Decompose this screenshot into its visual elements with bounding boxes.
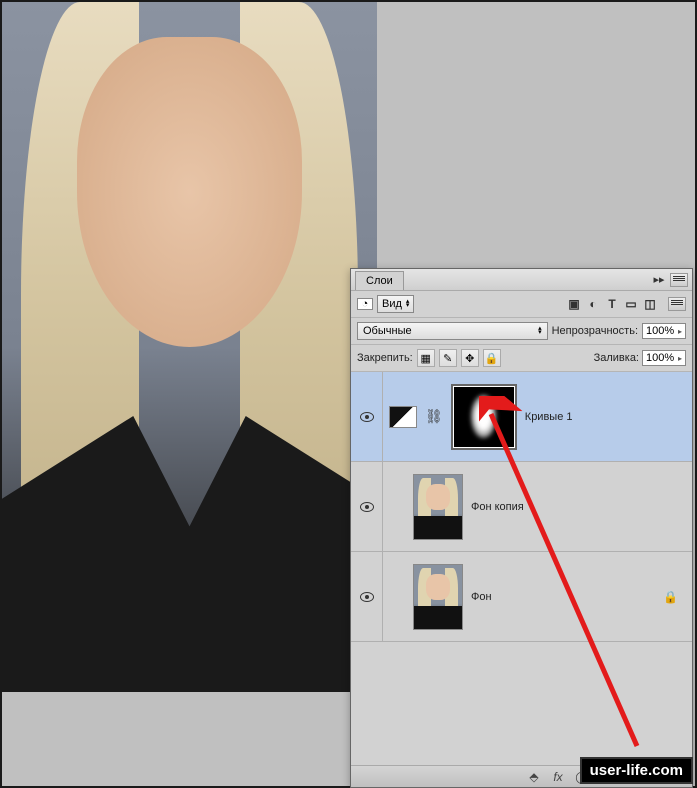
fill-label: Заливка: [594, 352, 639, 364]
visibility-toggle[interactable] [360, 412, 374, 422]
filter-shape-icon[interactable]: ▭ [623, 296, 639, 312]
layer-thumbnail[interactable] [413, 474, 463, 540]
visibility-toggle[interactable] [360, 502, 374, 512]
layers-panel: Слои ▸▸ ◔ Вид ▴▾ ▣ ◐ T ▭ ◫ Обычные ▴▾ Не… [350, 268, 693, 788]
lock-position-button[interactable]: ✥ [461, 349, 479, 367]
document-image [2, 2, 377, 692]
layer-name-label[interactable]: Кривые 1 [525, 411, 573, 423]
filter-image-icon[interactable]: ▣ [566, 296, 582, 312]
filter-type-label: Вид [382, 298, 402, 310]
lock-paint-button[interactable]: ✎ [439, 349, 457, 367]
blend-mode-label: Обычные [363, 325, 412, 337]
collapse-icon[interactable]: ▸▸ [652, 273, 666, 287]
opacity-input[interactable]: 100% [642, 323, 686, 339]
filter-type-dropdown-icon: ◔ [357, 298, 373, 310]
blend-row: Обычные ▴▾ Непрозрачность: 100% [351, 318, 692, 345]
layer-row-bg[interactable]: Фон 🔒 [351, 552, 692, 642]
layer-row-bg-copy[interactable]: Фон копия [351, 462, 692, 552]
canvas-area[interactable] [2, 2, 377, 692]
lock-label: Закрепить: [357, 352, 413, 364]
lock-pixels-button[interactable]: ▦ [417, 349, 435, 367]
layer-thumbnail[interactable] [413, 564, 463, 630]
layer-name-label[interactable]: Фон [471, 591, 492, 603]
lock-all-button[interactable]: 🔒 [483, 349, 501, 367]
mask-link-icon[interactable]: ⛓ [425, 408, 443, 425]
filter-adjust-icon[interactable]: ◐ [585, 296, 601, 312]
layer-row-curves[interactable]: ⛓ Кривые 1 [351, 372, 692, 462]
watermark: user-life.com [580, 757, 693, 784]
filter-type-icon[interactable]: T [604, 296, 620, 312]
blend-mode-dropdown[interactable]: Обычные ▴▾ [357, 322, 548, 340]
filter-menu-button[interactable] [668, 297, 686, 311]
filter-smart-icon[interactable]: ◫ [642, 296, 658, 312]
lock-row: Закрепить: ▦ ✎ ✥ 🔒 Заливка: 100% [351, 345, 692, 372]
panel-tab-layers[interactable]: Слои [355, 271, 404, 290]
link-layers-icon[interactable]: ⬘ [526, 769, 542, 785]
lock-icon: 🔒 [663, 590, 678, 604]
panel-menu-button[interactable] [670, 273, 688, 287]
fx-icon[interactable]: fx [550, 769, 566, 785]
layer-name-label[interactable]: Фон копия [471, 501, 524, 513]
layer-mask-thumbnail[interactable] [451, 384, 517, 450]
fill-input[interactable]: 100% [642, 350, 686, 366]
opacity-label: Непрозрачность: [552, 325, 638, 337]
curves-adjustment-icon[interactable] [389, 406, 417, 428]
visibility-toggle[interactable] [360, 592, 374, 602]
panel-header: Слои ▸▸ [351, 269, 692, 291]
filter-row: ◔ Вид ▴▾ ▣ ◐ T ▭ ◫ [351, 291, 692, 318]
layers-list: ⛓ Кривые 1 Фон копия Фон 🔒 [351, 372, 692, 765]
filter-type-dropdown[interactable]: Вид ▴▾ [377, 295, 414, 313]
